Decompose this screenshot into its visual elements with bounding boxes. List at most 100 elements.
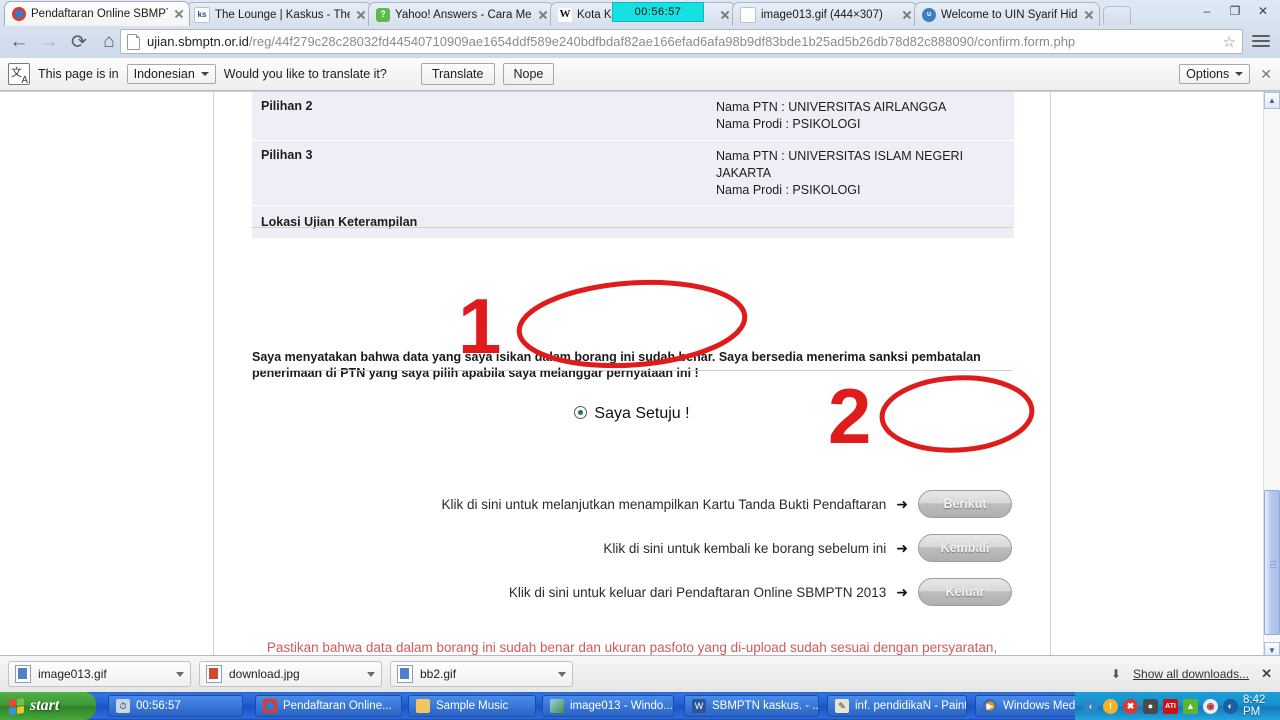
agree-option[interactable]: Saya Setuju ! [252,405,1012,423]
download-name: image013.gif [38,667,107,681]
system-tray: ‹ ! ✖ ● ATI ▲ ◉ ◐ 8:42 PM [1075,692,1280,720]
chevron-down-icon[interactable] [558,671,566,677]
taskbar-item-timer[interactable]: ⏱ 00:56:57 [108,695,243,717]
tab-image013-gif[interactable]: image013.gif (444×307) [732,2,918,26]
row-value [707,206,1014,239]
chevron-down-icon[interactable] [176,671,184,677]
divider [252,227,1012,228]
antivirus-icon[interactable]: ✖ [1123,698,1138,714]
monitor-icon[interactable]: ◉ [1203,698,1218,714]
paint-icon: ✎ [835,699,849,713]
show-hidden-icons-icon[interactable]: ‹ [1083,698,1098,714]
declaration-text: Saya menyatakan bahwa data yang saya isi… [252,350,981,380]
tab-label: Pendaftaran Online SBMPTN [31,8,168,20]
taskbar-item-pendaftaran[interactable]: Pendaftaran Online... [255,695,402,717]
download-item-download-jpg[interactable]: download.jpg [199,661,382,687]
infobar-close-icon[interactable]: ✕ [1260,66,1272,83]
tab-label: image013.gif (444×307) [761,8,883,21]
translate-infobar: 文A This page is in Indonesian Would you … [0,58,1280,91]
row-value-line: Nama PTN : UNIVERSITAS ISLAM NEGERI JAKA… [716,148,964,180]
chrome-menu-icon[interactable] [1252,32,1274,52]
reload-icon[interactable]: ⟳ [64,27,94,57]
close-icon[interactable] [173,8,185,20]
maximize-icon[interactable]: ❐ [1222,2,1248,20]
options-button[interactable]: Options [1179,64,1251,84]
download-item-bb2[interactable]: bb2.gif [390,661,573,687]
tab-welcome-to-uin-syarif[interactable]: u Welcome to UIN Syarif Hiday [914,2,1100,26]
page-scrollbar[interactable]: ▲ ▼ [1263,92,1280,659]
arrow-right-icon: ➜ [896,539,908,556]
image-file-icon [740,6,756,23]
bookmark-star-icon[interactable]: ☆ [1223,33,1236,51]
translate-icon: 文A [8,63,30,86]
infobar-right-group: Options ✕ [1179,64,1272,84]
taskbar-item-sample-music[interactable]: Sample Music [408,695,536,717]
back-icon[interactable]: ← [4,27,34,57]
action-text: Klik di sini untuk melanjutkan menampilk… [441,496,887,512]
kembali-button[interactable]: Kembali [918,534,1012,562]
ati-icon[interactable]: ATI [1163,698,1178,714]
browser-window: Pendaftaran Online SBMPTN ks The Lounge … [0,0,1280,720]
radio-button-selected[interactable] [574,406,588,419]
divider [252,370,1012,371]
close-window-icon[interactable]: ✕ [1250,2,1276,20]
start-button[interactable]: start [0,692,96,720]
new-tab-button[interactable] [1103,6,1131,25]
row-label: Pilihan 2 [252,92,707,140]
table-row: Pilihan 3 Nama PTN : UNIVERSITAS ISLAM N… [252,140,1014,207]
connection-icon[interactable]: ◐ [1223,698,1238,714]
chrome-globe-icon [12,7,26,21]
row-value: Nama PTN : UNIVERSITAS AIRLANGGA Nama Pr… [707,92,1014,140]
taskbar-item-sbmptn-kaskus[interactable]: W SBMPTN kaskus. - ... [684,695,819,717]
nvidia-icon[interactable]: ▲ [1183,698,1198,714]
chevron-down-icon [1235,72,1244,76]
show-all-downloads-link[interactable]: Show all downloads... [1133,667,1249,681]
word-doc-icon: W [692,699,706,713]
download-item-image013[interactable]: image013.gif [8,661,191,687]
row-value-line: Nama Prodi : PSIKOLOGI [716,182,861,197]
browser-chrome: Pendaftaran Online SBMPTN ks The Lounge … [0,0,1280,92]
agree-label: Saya Setuju ! [594,405,690,422]
action-text: Klik di sini untuk kembali ke borang seb… [603,540,887,556]
arrow-right-icon: ➜ [896,495,908,512]
url-path: /reg/44f279c28c28032fd44540710909ae1654d… [248,34,1076,49]
forward-icon[interactable]: → [34,27,64,57]
keluar-button[interactable]: Keluar [918,578,1012,606]
close-icon[interactable] [1083,9,1095,21]
minimize-icon[interactable]: – [1194,2,1220,20]
arrow-right-icon: ➜ [896,583,908,600]
address-bar[interactable]: ujian.sbmptn.or.id/reg/44f279c28c28032fd… [120,29,1243,54]
close-icon[interactable] [537,9,549,21]
timer-icon: ⏱ [116,699,130,713]
scrollbar-thumb[interactable] [1264,490,1280,635]
download-name: bb2.gif [420,667,457,681]
tab-pendaftaran-online-sbmptn[interactable]: Pendaftaran Online SBMPTN [4,1,190,26]
download-bar-close-icon[interactable]: ✕ [1261,666,1272,682]
table-row: Pilihan 2 Nama PTN : UNIVERSITAS AIRLANG… [252,92,1014,141]
annotation-number-one: 1 [458,282,502,370]
chrome-icon [263,699,277,713]
security-shield-icon[interactable]: ! [1103,698,1118,714]
photo-viewer-icon [550,699,564,713]
scroll-up-icon[interactable]: ▲ [1264,92,1280,109]
language-select[interactable]: Indonesian [126,64,216,84]
url-text: ujian.sbmptn.or.id/reg/44f279c28c28032fd… [147,34,1217,49]
translate-prefix-label: This page is in [38,67,119,81]
tab-the-lounge-kaskus[interactable]: ks The Lounge | Kaskus - The L [186,2,372,26]
close-icon[interactable] [355,9,367,21]
close-icon[interactable] [901,9,913,21]
wmp-icon: ▶ [983,699,997,713]
translate-button[interactable]: Translate [420,63,495,85]
yahoo-icon: ? [376,7,390,22]
taskbar-item-image013[interactable]: image013 - Windo... [542,695,674,717]
berikut-button[interactable]: Berikut [918,490,1012,518]
tab-strip: Pendaftaran Online SBMPTN ks The Lounge … [0,0,1280,26]
nope-button[interactable]: Nope [502,63,555,85]
close-icon[interactable] [719,9,731,21]
chevron-down-icon[interactable] [367,671,375,677]
action-list: Klik di sini untuk melanjutkan menampilk… [252,490,1012,622]
tab-yahoo-answers[interactable]: ? Yahoo! Answers - Cara Mem [368,2,554,26]
action-text: Klik di sini untuk keluar dari Pendaftar… [508,584,887,600]
taskbar-item-paint[interactable]: ✎ inf. pendidikaN - Paint [827,695,967,717]
pcsafety-icon[interactable]: ● [1143,698,1158,714]
